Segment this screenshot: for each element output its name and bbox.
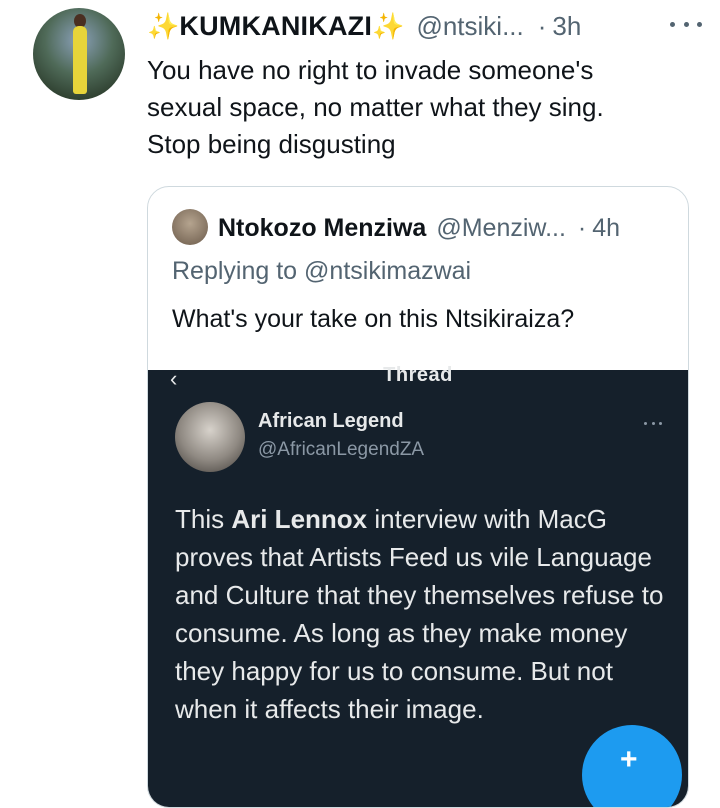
embedded-body-rest: interview with MacG proves that Artists … bbox=[175, 504, 664, 724]
tweet-text: You have no right to invade someone's se… bbox=[147, 55, 604, 159]
more-options-icon[interactable] bbox=[670, 14, 702, 34]
embedded-screenshot-image[interactable]: ‹ Thread African Legend @AfricanLegendZA… bbox=[148, 364, 688, 807]
quoted-avatar[interactable] bbox=[172, 209, 208, 245]
quoted-time[interactable]: 4h bbox=[592, 214, 620, 243]
replying-to-label: Replying to bbox=[172, 257, 298, 285]
embedded-more-icon bbox=[644, 420, 662, 426]
sparkle-icon: ✨ bbox=[372, 11, 405, 41]
compose-glyph: + bbox=[620, 743, 638, 776]
quoted-display-name[interactable]: Ntokozo Menziwa bbox=[218, 214, 426, 243]
main-avatar[interactable] bbox=[33, 8, 125, 100]
embedded-body-prefix: This bbox=[175, 504, 232, 534]
thread-header-label: Thread bbox=[383, 364, 453, 386]
quoted-tweet-card[interactable]: Ntokozo Menziwa @Menziw... · 4h Replying… bbox=[147, 186, 689, 808]
sparkle-icon: ✨ bbox=[147, 11, 180, 41]
separator-dot: · bbox=[537, 10, 547, 41]
avatar-figure-dress bbox=[73, 26, 87, 94]
separator-dot: · bbox=[577, 213, 587, 242]
compose-fab-icon: + bbox=[582, 725, 682, 807]
tweet-time[interactable]: 3h bbox=[552, 11, 581, 42]
embedded-tweet-body: This Ari Lennox interview with MacG prov… bbox=[175, 500, 665, 728]
embedded-display-name: African Legend bbox=[258, 410, 404, 432]
quoted-header: Ntokozo Menziwa @Menziw... · 4h bbox=[218, 211, 664, 245]
embedded-body-bold: Ari Lennox bbox=[231, 504, 368, 534]
quoted-handle[interactable]: @Menziw... bbox=[436, 214, 566, 243]
replying-to-mention[interactable]: @ntsikimazwai bbox=[304, 257, 471, 285]
replying-to: Replying to @ntsikimazwai bbox=[172, 257, 471, 286]
embedded-avatar bbox=[175, 402, 245, 472]
embedded-handle: @AfricanLegendZA bbox=[258, 439, 425, 460]
quoted-text: What's your take on this Ntsikiraiza? bbox=[172, 305, 575, 333]
tweet-header: ✨ KUMKANIKAZI ✨ @ntsiki... · 3h bbox=[147, 8, 702, 44]
user-handle[interactable]: @ntsiki... bbox=[416, 11, 523, 42]
display-name[interactable]: KUMKANIKAZI bbox=[179, 11, 372, 42]
